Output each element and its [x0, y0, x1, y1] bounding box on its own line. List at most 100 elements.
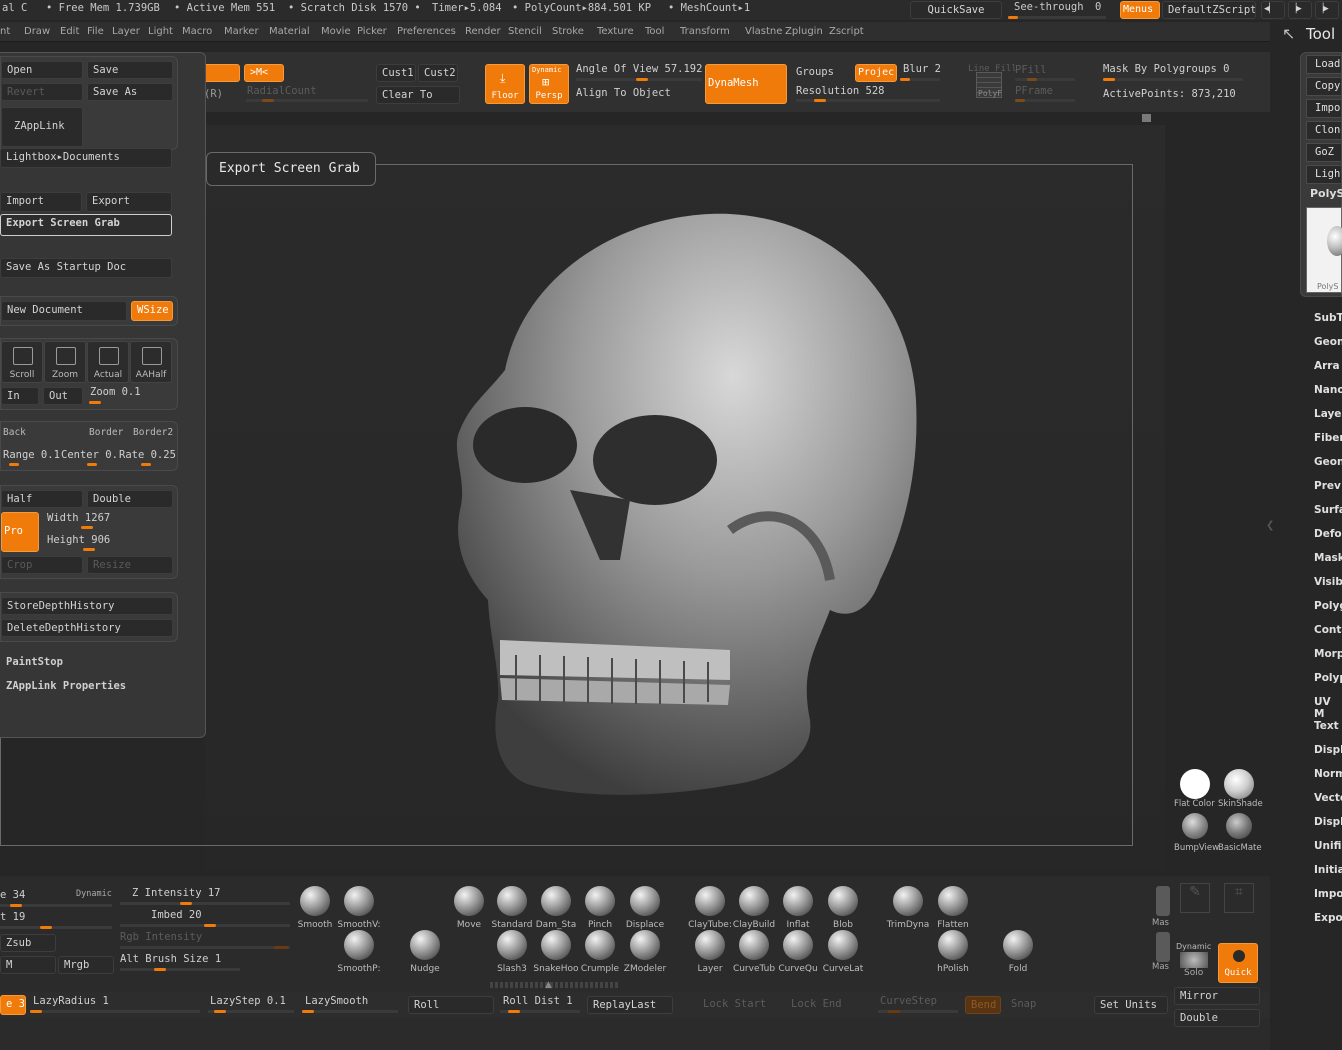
blur-slider[interactable] [900, 78, 940, 81]
pfill-slider[interactable] [1015, 78, 1075, 81]
flat-color-material-icon[interactable] [1180, 769, 1210, 799]
menu-item-zscript[interactable]: Zscript [829, 26, 864, 37]
tool-subpalette-5[interactable]: Fiber [1314, 432, 1342, 444]
zoom-slider[interactable] [89, 401, 173, 404]
export-screen-grab-button[interactable]: Export Screen Grab [0, 214, 172, 236]
clear-to-button[interactable]: Clear To [376, 86, 460, 104]
tool-button-goz[interactable]: GoZ [1306, 143, 1342, 162]
edit-icon[interactable]: ✎ [1180, 883, 1210, 913]
script-button[interactable]: DefaultZScript [1162, 1, 1256, 19]
menu-item-texture[interactable]: Texture [597, 26, 634, 37]
brush-fold[interactable]: Fold [995, 930, 1041, 974]
align-to-object-label[interactable]: Align To Object [576, 87, 671, 99]
solo-icon[interactable] [1180, 952, 1208, 968]
border-label[interactable]: Border [89, 427, 123, 438]
shelf-expand-icon[interactable]: ▲ [545, 980, 552, 990]
tool-subpalette-11[interactable]: Visib [1314, 576, 1342, 588]
tool-thumbnail[interactable]: PolyS [1306, 207, 1342, 293]
quicksave-button[interactable]: QuickSave [910, 1, 1002, 19]
new-document-button[interactable]: New Document [1, 301, 127, 321]
set-units-button[interactable]: Set Units [1094, 996, 1168, 1014]
brush-curvetub[interactable]: CurveTub [731, 930, 777, 974]
tool-button-copy[interactable]: Copy [1306, 77, 1342, 96]
tool-subpalette-9[interactable]: Defo [1314, 528, 1342, 540]
width-slider[interactable] [45, 526, 173, 529]
zapplink-button[interactable]: ZAppLink [1, 107, 83, 147]
mask-by-polygroups-slider[interactable] [1103, 78, 1243, 81]
tool-subpalette-18[interactable]: Displ [1314, 744, 1342, 756]
range-slider[interactable] [3, 463, 55, 466]
export-button[interactable]: Export [86, 192, 172, 212]
save-as-button[interactable]: Save As [87, 83, 173, 101]
revert-button[interactable]: Revert [1, 83, 83, 101]
tool-subpalette-12[interactable]: Polyg [1314, 600, 1342, 612]
brush-zmodeler[interactable]: ZModeler [622, 930, 668, 974]
focal-slider[interactable] [0, 926, 112, 929]
brush-displace[interactable]: Displace [622, 886, 668, 930]
brush-crumple[interactable]: Crumple [577, 930, 623, 974]
brush-smoothp-[interactable]: SmoothP: [336, 930, 382, 974]
dynamesh-button[interactable]: DynaMesh [705, 64, 787, 104]
tool-subpalette-20[interactable]: Vecto [1314, 792, 1342, 804]
store-depth-history-button[interactable]: StoreDepthHistory [1, 597, 173, 615]
zoom-out-button[interactable]: Out [43, 387, 83, 405]
tool-subpalette-6[interactable]: Geon [1314, 456, 1342, 468]
lock-start-label[interactable]: Lock Start [703, 998, 766, 1010]
brush-curvequ[interactable]: CurveQu [775, 930, 821, 974]
lazy-mouse-button[interactable]: e 34 [0, 995, 26, 1015]
mas-icon-2[interactable] [1156, 932, 1170, 962]
forward-icon[interactable]: ▕▶ [1288, 1, 1312, 19]
collapse-arrow-icon[interactable]: ❮ [1266, 520, 1274, 550]
tool-subpalette-21[interactable]: Displ [1314, 816, 1342, 828]
tool-subpalette-17[interactable]: Text [1314, 720, 1339, 732]
brush-trimdyna[interactable]: TrimDyna [885, 886, 931, 930]
lightbox-documents-button[interactable]: Lightbox▸Documents [0, 148, 172, 168]
tool-subpalette-23[interactable]: Initia [1314, 864, 1342, 876]
groups-label[interactable]: Groups [796, 66, 834, 78]
project-button[interactable]: Projec [855, 64, 897, 82]
menu-item-render[interactable]: Render [465, 26, 501, 37]
double-button[interactable]: Double [87, 490, 173, 508]
menu-item-marker[interactable]: Marker [224, 26, 259, 37]
resolution-slider[interactable] [796, 99, 940, 102]
tool-tray-arrow-icon[interactable]: ↖ [1282, 24, 1295, 43]
skull-model[interactable] [430, 200, 930, 820]
tool-subpalette-16[interactable]: UV M [1314, 696, 1342, 720]
menu-item-macro[interactable]: Macro [182, 26, 212, 37]
mrgb-button[interactable]: Mrgb [58, 956, 114, 974]
menu-item-zplugin[interactable]: Zplugin [785, 26, 823, 37]
roll-button[interactable]: Roll [408, 996, 494, 1014]
brush-claytube-[interactable]: ClayTube: [687, 886, 733, 930]
lazy-step-slider[interactable] [208, 1010, 294, 1013]
persp-button[interactable]: Dynamic ⊞ Persp [529, 64, 569, 104]
mc-button[interactable]: >M< [244, 64, 284, 82]
basicmat-material-icon[interactable] [1226, 813, 1252, 839]
cust1-button[interactable]: Cust1 [376, 64, 416, 82]
menus-button[interactable]: Menus [1120, 1, 1160, 19]
height-slider[interactable] [45, 548, 173, 551]
crop-button[interactable]: Crop [1, 556, 83, 574]
brush-smoothv-[interactable]: SmoothV: [336, 886, 382, 930]
menu-item-layer[interactable]: Layer [112, 26, 140, 37]
tool-subpalette-10[interactable]: Mask [1314, 552, 1342, 564]
menu-item-file[interactable]: File [87, 26, 104, 37]
border2-label[interactable]: Border2 [133, 427, 173, 438]
tool-subpalette-2[interactable]: Arra [1314, 360, 1340, 372]
floor-button[interactable]: ⤓ Floor [485, 64, 525, 104]
zsub-button[interactable]: Zsub [0, 934, 56, 952]
rgb-intensity-slider[interactable] [120, 946, 290, 949]
tool-subpalette-14[interactable]: Morp [1314, 648, 1342, 660]
quick-button[interactable]: Quick [1218, 943, 1258, 983]
menu-item-movie[interactable]: Movie [321, 26, 351, 37]
shelf-resize-handle[interactable] [490, 982, 620, 988]
bumpview-material-icon[interactable] [1182, 813, 1208, 839]
see-through-slider[interactable] [1008, 16, 1106, 19]
double-button-bottom[interactable]: Double [1174, 1009, 1260, 1027]
menu-item-light[interactable]: Light [148, 26, 173, 37]
half-button[interactable]: Half [1, 490, 83, 508]
snap-label[interactable]: Snap [1011, 998, 1036, 1010]
tool-button-clone[interactable]: Clone [1306, 121, 1342, 140]
paintstop-item[interactable]: PaintStop [6, 656, 63, 668]
tool-button-load[interactable]: Load [1306, 55, 1342, 74]
menu-item-transform[interactable]: Transform [680, 26, 730, 37]
